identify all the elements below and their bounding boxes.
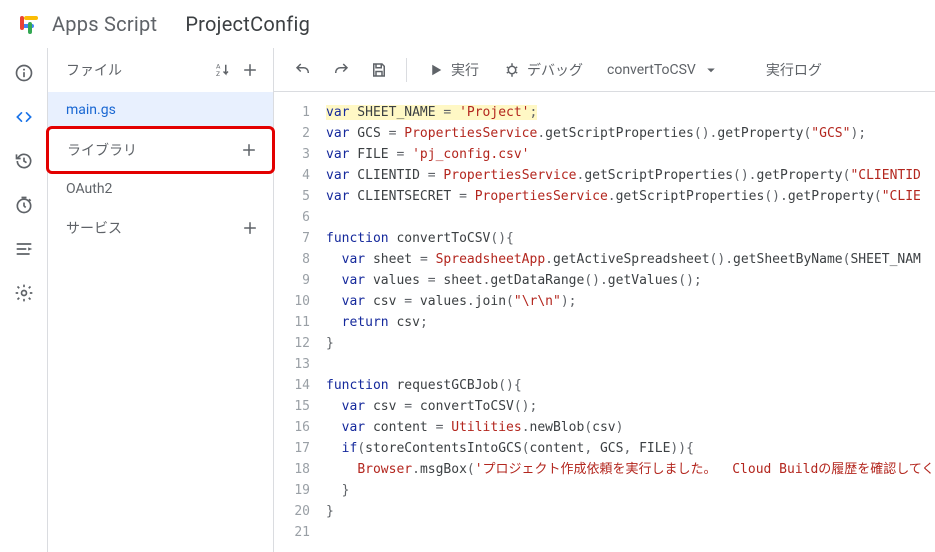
function-select[interactable]: convertToCSV [597, 55, 730, 85]
sort-icon[interactable]: AZ [213, 61, 231, 79]
editor-icon[interactable] [13, 106, 35, 128]
apps-script-logo [16, 12, 40, 36]
brand-name: Apps Script [52, 12, 157, 36]
executions-icon[interactable] [13, 238, 35, 260]
nav-rail [0, 48, 48, 552]
debug-button[interactable]: デバッグ [493, 55, 593, 85]
overview-icon[interactable] [13, 62, 35, 84]
run-label: 実行 [451, 60, 479, 80]
library-item-oauth2[interactable]: OAuth2 [48, 172, 273, 206]
callout-highlight: ライブラリ [46, 126, 275, 174]
editor-pane: 実行 デバッグ convertToCSV 実行ログ 12345678910111… [274, 48, 935, 552]
services-header: サービス [48, 206, 273, 250]
editor-toolbar: 実行 デバッグ convertToCSV 実行ログ [274, 48, 935, 92]
triggers-icon[interactable] [13, 194, 35, 216]
app-header: Apps Script ProjectConfig [0, 0, 935, 48]
history-icon[interactable] [13, 150, 35, 172]
files-label: ファイル [66, 60, 122, 80]
run-button[interactable]: 実行 [417, 55, 489, 85]
undo-button[interactable] [286, 55, 320, 85]
services-label: サービス [66, 218, 122, 238]
toolbar-separator [406, 58, 407, 82]
add-library-icon[interactable] [240, 141, 258, 159]
execution-log-button[interactable]: 実行ログ [756, 55, 832, 85]
add-service-icon[interactable] [241, 219, 259, 237]
file-item-main[interactable]: main.gs [48, 92, 273, 128]
code-content[interactable]: var SHEET_NAME = 'Project';var GCS = Pro… [322, 92, 935, 552]
save-button[interactable] [362, 55, 396, 85]
files-header: ファイル AZ [48, 48, 273, 92]
libraries-header: ライブラリ [49, 129, 272, 171]
sidebar: ファイル AZ main.gs ライブラリ OAuth2 サービス [48, 48, 274, 552]
svg-text:Z: Z [216, 70, 220, 78]
line-gutter: 123456789101112131415161718192021 [274, 92, 322, 552]
settings-icon[interactable] [13, 282, 35, 304]
function-name: convertToCSV [607, 62, 696, 78]
debug-label: デバッグ [527, 60, 583, 80]
libraries-label: ライブラリ [67, 140, 137, 160]
code-editor[interactable]: 123456789101112131415161718192021 var SH… [274, 92, 935, 552]
redo-button[interactable] [324, 55, 358, 85]
project-name: ProjectConfig [185, 12, 310, 36]
add-file-icon[interactable] [241, 61, 259, 79]
